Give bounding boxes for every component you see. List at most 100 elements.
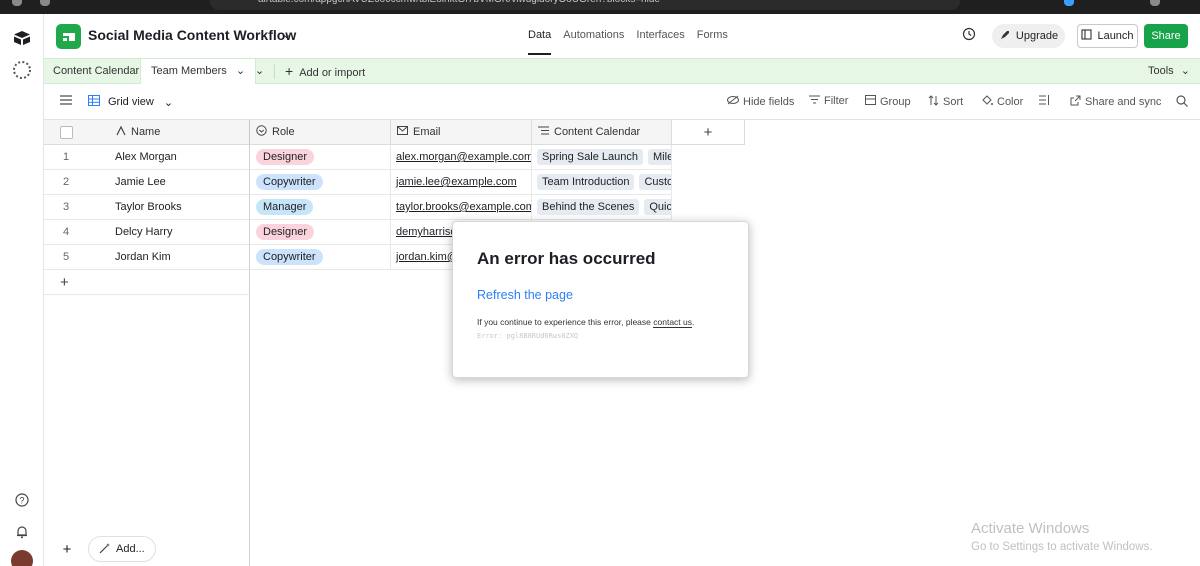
name-cell[interactable]: Jordan Kim [88, 245, 250, 270]
history-icon[interactable] [962, 27, 978, 43]
all-tables-chevron-icon[interactable]: ⌄ [255, 59, 264, 84]
email-cell[interactable]: alex.morgan@example.com [391, 145, 532, 170]
column-header-email[interactable]: Email [391, 120, 532, 145]
bottom-bar: + Add... [52, 536, 156, 562]
group-label: Group [880, 95, 911, 108]
column-name-label: Name [131, 126, 161, 138]
select-all-checkbox[interactable] [44, 120, 88, 145]
launch-button[interactable]: Launch [1077, 24, 1138, 48]
filter-button[interactable]: Filter [809, 95, 848, 107]
calendar-cell[interactable]: Spring Sale LaunchMilestone [532, 145, 672, 170]
add-more-button[interactable]: Add... [88, 536, 156, 562]
chevron-down-icon[interactable]: ⌄ [236, 65, 245, 77]
color-button[interactable]: Color [981, 95, 1023, 109]
filter-label: Filter [824, 95, 849, 107]
profile-icon[interactable] [1150, 0, 1160, 6]
sort-button[interactable]: Sort [928, 95, 963, 109]
linked-record-chip[interactable]: Quick Tips [644, 199, 671, 215]
help-icon[interactable]: ? [12, 490, 32, 510]
workspace-spinner-icon[interactable] [12, 60, 32, 80]
row-number: 5 [44, 245, 88, 270]
row-number: 3 [44, 195, 88, 220]
role-cell[interactable]: Designer [250, 145, 391, 170]
view-switcher-button[interactable]: Grid view ⌄ [88, 95, 173, 109]
external-link-icon [1070, 95, 1081, 109]
grid-view-icon [88, 95, 100, 109]
nav-data[interactable]: Data [528, 29, 552, 55]
name-cell[interactable]: Alex Morgan [88, 145, 250, 170]
column-header-role[interactable]: Role [250, 120, 391, 145]
linked-record-chip[interactable]: Milestone [648, 149, 671, 165]
nav-automations[interactable]: Automations [563, 29, 624, 41]
share-and-sync-label: Share and sync [1085, 96, 1162, 108]
add-field-button[interactable]: + [672, 120, 745, 145]
email-cell[interactable]: jamie.lee@example.com [391, 170, 532, 195]
email-cell[interactable]: taylor.brooks@example.com [391, 195, 532, 220]
email-link[interactable]: taylor.brooks@example.com [391, 201, 531, 213]
hide-fields-label: Hide fields [743, 95, 795, 108]
search-icon[interactable] [1176, 95, 1188, 107]
share-button[interactable]: Share [1144, 24, 1188, 48]
tab-content-calendar[interactable]: Content Calendar [53, 59, 139, 84]
column-header-name[interactable]: Name [88, 120, 250, 145]
upgrade-button[interactable]: Upgrade [992, 24, 1065, 48]
airtable-logo-icon[interactable] [12, 28, 32, 48]
tab-team-members-label: Team Members [151, 65, 227, 77]
plus-icon: + [60, 273, 69, 291]
name-cell[interactable]: Jamie Lee [88, 170, 250, 195]
role-cell[interactable]: Designer [250, 220, 391, 245]
base-logo-icon[interactable] [56, 24, 81, 49]
add-record-plus-button[interactable]: + [52, 536, 82, 562]
upgrade-label: Upgrade [1015, 30, 1059, 42]
filter-icon [809, 95, 820, 107]
activation-watermark: Activate Windows Go to Settings to activ… [971, 520, 1153, 553]
column-header-content-calendar[interactable]: Content Calendar [532, 120, 672, 145]
notifications-bell-icon[interactable] [12, 522, 32, 542]
name-cell[interactable]: Delcy Harry [88, 220, 250, 245]
linked-record-chip[interactable]: Customer [639, 174, 671, 190]
address-bar[interactable]: airtable.com/appgcnAVUZ6o0ccmw/tblEoinkt… [210, 0, 960, 10]
calendar-cell[interactable]: Team IntroductionCustomer [532, 170, 672, 195]
extension-icon[interactable] [1064, 0, 1074, 6]
chevron-down-icon[interactable]: ⌄ [282, 28, 291, 41]
refresh-page-link[interactable]: Refresh the page [477, 288, 573, 302]
hide-fields-button[interactable]: Hide fields [727, 95, 794, 108]
nav-interfaces[interactable]: Interfaces [636, 29, 684, 41]
linked-record-chip[interactable]: Behind the Scenes [537, 199, 640, 215]
nav-forms[interactable]: Forms [697, 29, 728, 41]
error-message-text: If you continue to experience this error… [477, 317, 654, 327]
row-height-icon[interactable] [1039, 95, 1050, 105]
back-icon[interactable] [40, 0, 50, 6]
watermark-title: Activate Windows [971, 520, 1090, 537]
column-role-label: Role [272, 126, 295, 138]
column-email-label: Email [413, 126, 441, 138]
top-nav: Data Automations Interfaces Forms [528, 29, 728, 55]
browser-icon[interactable] [12, 0, 22, 6]
email-link[interactable]: jordan.kim@ [391, 251, 458, 263]
row-number: 2 [44, 170, 88, 195]
add-or-import-button[interactable]: + Add or import [285, 59, 365, 84]
linked-record-chip[interactable]: Team Introduction [537, 174, 635, 190]
tab-team-members[interactable]: Team Members ⌄ [140, 59, 257, 84]
name-cell[interactable]: Taylor Brooks [88, 195, 250, 220]
base-title[interactable]: Social Media Content Workflow [88, 27, 296, 43]
role-cell[interactable]: Manager [250, 195, 391, 220]
error-title: An error has occurred [477, 249, 656, 268]
sidebar-toggle-icon[interactable] [60, 95, 72, 105]
role-cell[interactable]: Copywriter [250, 170, 391, 195]
role-pill: Designer [256, 149, 315, 165]
contact-us-link[interactable]: contact us [653, 317, 692, 328]
calendar-cell[interactable]: Behind the ScenesQuick Tips [532, 195, 672, 220]
browser-toolbar: airtable.com/appgcnAVUZ6o0ccmw/tblEoinkt… [0, 0, 1200, 14]
linked-record-chip[interactable]: Spring Sale Launch [537, 149, 644, 165]
tools-button[interactable]: Tools ⌄ [1148, 59, 1190, 84]
email-link[interactable]: jamie.lee@example.com [391, 176, 517, 188]
email-link[interactable]: alex.morgan@example.com [391, 151, 531, 163]
plus-icon: + [703, 123, 713, 141]
add-record-button[interactable]: + [44, 270, 250, 295]
share-and-sync-button[interactable]: Share and sync [1070, 95, 1161, 109]
user-avatar[interactable] [11, 550, 33, 566]
group-button[interactable]: Group [865, 95, 911, 108]
role-cell[interactable]: Copywriter [250, 245, 391, 270]
add-more-label: Add... [116, 543, 145, 555]
